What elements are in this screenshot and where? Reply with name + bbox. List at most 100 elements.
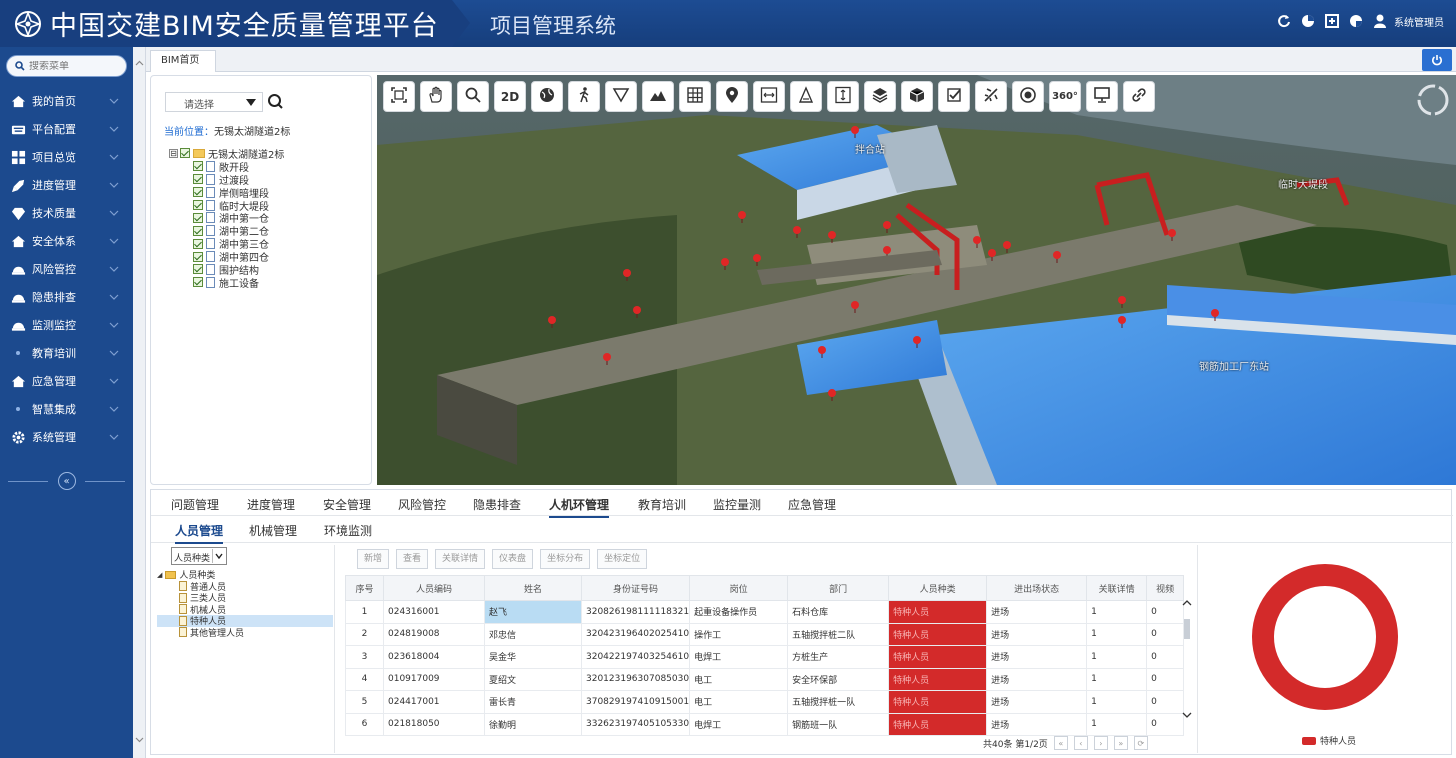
sub-tab-2[interactable]: 环境监测 (324, 522, 372, 539)
chevron-down-icon[interactable] (109, 124, 119, 134)
screen-button[interactable] (1086, 81, 1118, 112)
grid-action-button[interactable]: 关联详情 (435, 549, 486, 569)
power-button[interactable] (1422, 49, 1452, 71)
table-row[interactable]: 2 024819008 邓忠信 320423196402025410 操作工 五轴搅拌桩二… (345, 622, 1185, 646)
grid-button[interactable] (679, 81, 711, 112)
column-header[interactable]: 关联详情 (1086, 575, 1148, 601)
table-row[interactable]: 4 010917009 夏绍文 320123196307085030 电工 安全环保部 特种… (345, 667, 1185, 691)
chevron-down-icon[interactable] (135, 735, 144, 744)
category-item[interactable]: 三类人员 (157, 592, 333, 604)
chevron-down-icon[interactable] (109, 404, 119, 414)
main-tab-0[interactable]: 问题管理 (171, 496, 219, 513)
sidebar-item-7[interactable]: 隐患排查 (0, 283, 133, 311)
sidebar-item-12[interactable]: 系统管理 (0, 423, 133, 451)
collapse-icon[interactable]: « (57, 472, 76, 490)
chevron-down-icon[interactable] (109, 264, 119, 274)
main-tab-1[interactable]: 进度管理 (247, 496, 295, 513)
link-button[interactable] (1123, 81, 1155, 112)
main-tab-5[interactable]: 人机环管理 (549, 496, 610, 518)
table-row[interactable]: 3 023618004 吴金华 320422197403254610 电焊工 方桩生产 特种… (345, 645, 1185, 669)
table-row[interactable]: 6 021818050 徐勤明 332623197405105330 电焊工 钢筋班一队特… (345, 712, 1185, 736)
measure-vertical-button[interactable] (827, 81, 859, 112)
sub-tab-0[interactable]: 人员管理 (175, 522, 224, 544)
sidebar-item-5[interactable]: 安全体系 (0, 227, 133, 255)
chevron-down-icon[interactable] (109, 348, 119, 358)
column-header[interactable]: 岗位 (689, 575, 789, 601)
menu-search-input[interactable] (29, 60, 119, 72)
sidebar-item-10[interactable]: 应急管理 (0, 367, 133, 395)
sidebar-item-6[interactable]: 风险管控 (0, 255, 133, 283)
chevron-down-icon[interactable] (109, 96, 119, 106)
pie-icon[interactable] (1348, 13, 1364, 29)
main-tab-2[interactable]: 安全管理 (323, 496, 371, 513)
checkbox[interactable] (193, 225, 203, 236)
area-measure-button[interactable] (790, 81, 822, 112)
column-header[interactable]: 视频 (1146, 575, 1185, 601)
tab-bim-home[interactable]: BIM首页 (150, 50, 217, 72)
main-tab-7[interactable]: 监控量测 (713, 496, 761, 513)
table-row[interactable]: 5 024417001 雷长青 370829197410915001 电工 五轴搅拌桩一队… (345, 690, 1185, 714)
checkbox[interactable] (180, 148, 190, 159)
user-name[interactable]: 系统管理员 (1394, 14, 1444, 29)
sidebar-item-4[interactable]: 技术质量 (0, 199, 133, 227)
column-header[interactable]: 人员编码 (383, 575, 485, 601)
column-header[interactable]: 序号 (345, 575, 384, 601)
menu-search[interactable] (6, 55, 127, 77)
sidebar-item-9[interactable]: 教育培训 (0, 339, 133, 367)
aerial-scene[interactable] (377, 75, 1456, 485)
column-header[interactable]: 姓名 (484, 575, 582, 601)
search-icon[interactable] (267, 93, 285, 111)
location-pin-button[interactable] (716, 81, 748, 112)
user-icon[interactable] (1372, 13, 1388, 29)
category-item[interactable]: 机械人员 (157, 604, 333, 616)
globe-button[interactable] (531, 81, 563, 112)
hand-button[interactable] (420, 81, 452, 112)
chevron-down-icon[interactable] (109, 376, 119, 386)
checkbox[interactable] (193, 251, 203, 262)
bim-3d-viewport[interactable]: 2D 360° 拌合站 临时大堤段 钢筋加工厂东站 (377, 75, 1456, 485)
chevron-down-icon[interactable] (109, 236, 119, 246)
collapse-toggle-icon[interactable]: ⊟ (169, 148, 178, 158)
donut-slice[interactable] (1252, 564, 1398, 710)
layers-button[interactable] (864, 81, 896, 112)
pager-button[interactable]: » (1113, 736, 1128, 750)
checkbox[interactable] (193, 161, 203, 172)
category-item[interactable]: 特种人员 (157, 615, 333, 627)
chart-legend[interactable]: 特种人员 (1302, 734, 1356, 747)
main-tab-3[interactable]: 风险管控 (398, 496, 446, 513)
refresh-icon[interactable] (1276, 13, 1292, 29)
checkbox-button[interactable] (938, 81, 970, 112)
column-header[interactable]: 人员种类 (888, 575, 988, 601)
pager-button[interactable]: « (1053, 736, 1068, 750)
terrain-button[interactable] (642, 81, 674, 112)
column-header[interactable]: 部门 (787, 575, 890, 601)
zoom-button[interactable] (457, 81, 489, 112)
2d-button[interactable]: 2D (494, 81, 526, 112)
chevron-up-icon[interactable] (135, 59, 144, 68)
grid-action-button[interactable]: 新增 (357, 549, 390, 569)
chevron-down-icon[interactable] (109, 208, 119, 218)
frame-button[interactable] (383, 81, 415, 112)
table-scrollbar[interactable] (1181, 599, 1193, 719)
category-item[interactable]: 其他管理人员 (157, 627, 333, 639)
target-button[interactable] (1012, 81, 1044, 112)
chevron-down-icon[interactable] (109, 152, 119, 162)
checkbox[interactable] (193, 264, 203, 275)
chevron-down-icon[interactable] (109, 320, 119, 330)
category-item[interactable]: 普通人员 (157, 581, 333, 593)
tree-node[interactable]: 施工设备 (169, 276, 284, 290)
chevron-down-icon[interactable] (109, 292, 119, 302)
section-select[interactable]: 请选择 (165, 92, 263, 112)
grid-action-button[interactable]: 坐标分布 (540, 549, 591, 569)
sub-tab-1[interactable]: 机械管理 (249, 522, 297, 539)
category-select[interactable]: 人员种类 (171, 547, 227, 565)
chevron-down-icon[interactable] (109, 432, 119, 442)
sidebar-item-11[interactable]: 智慧集成 (0, 395, 133, 423)
checkbox[interactable] (193, 277, 203, 288)
sidebar-item-0[interactable]: 我的首页 (0, 87, 133, 115)
pager-button[interactable]: › (1093, 736, 1108, 750)
chevron-down-icon[interactable] (212, 549, 225, 563)
grid-action-button[interactable]: 坐标定位 (597, 549, 648, 569)
sidebar-item-3[interactable]: 进度管理 (0, 171, 133, 199)
grid-action-button[interactable]: 仪表盘 (492, 549, 534, 569)
